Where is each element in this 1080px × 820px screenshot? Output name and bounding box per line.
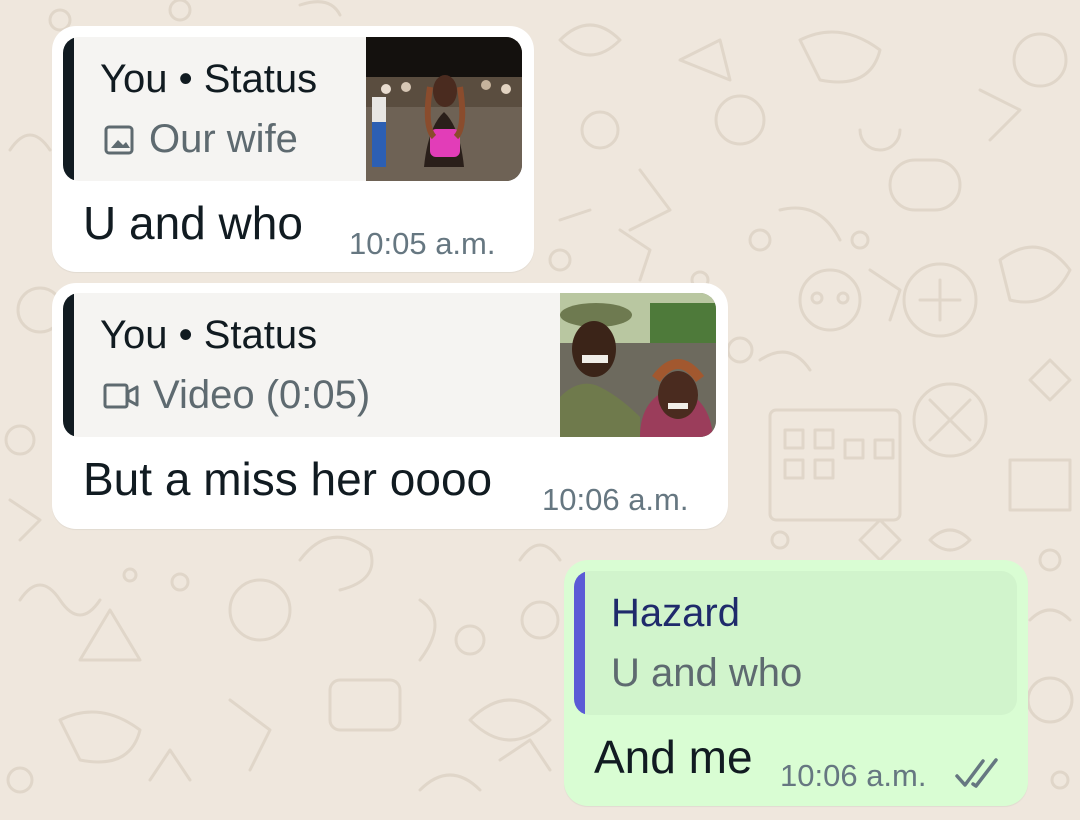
quoted-status[interactable]: You • Status Video (0:05) (63, 293, 716, 437)
quoted-reply[interactable]: Hazard U and who (574, 571, 1017, 715)
quote-author: Hazard (611, 591, 740, 635)
image-icon (104, 125, 134, 154)
message-text: U and who (83, 197, 303, 249)
quote-bar (63, 293, 74, 437)
quote-caption: Video (0:05) (153, 373, 371, 417)
message-text: But a miss her oooo (83, 453, 493, 505)
quote-bar (63, 37, 74, 181)
quote-bar (574, 571, 585, 715)
message-text: And me (594, 731, 753, 783)
message-timestamp: 10:05 a.m. (349, 226, 496, 261)
status-thumbnail[interactable] (366, 37, 522, 181)
video-icon (103, 383, 139, 408)
message-timestamp: 10:06 a.m. (780, 758, 927, 793)
double-check-icon (955, 758, 998, 788)
quote-caption: U and who (611, 651, 803, 695)
status-video-frame (560, 293, 716, 437)
message-timestamp: 10:06 a.m. (542, 482, 689, 517)
status-photo (366, 37, 522, 181)
quoted-status[interactable]: You • Status Our wife (63, 37, 522, 181)
quote-author: You • Status (100, 313, 318, 357)
quote-caption-row: U and who (611, 651, 802, 696)
quote-author: You • Status (100, 57, 318, 101)
quote-caption-row: Our wife (103, 117, 298, 162)
quote-caption-row: Video (0:05) (103, 373, 370, 418)
status-thumbnail[interactable] (560, 293, 716, 437)
quote-caption: Our wife (149, 117, 298, 161)
